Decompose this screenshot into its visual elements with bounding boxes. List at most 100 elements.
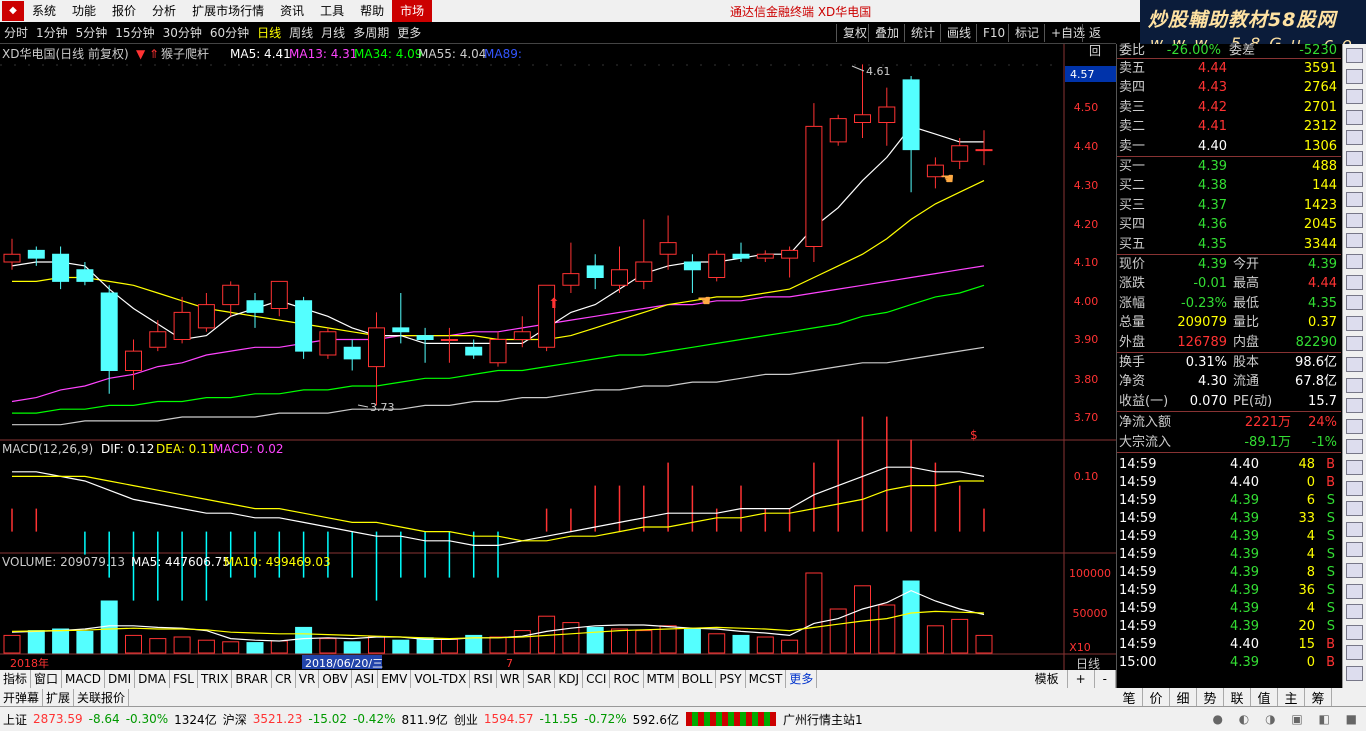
period-monthly[interactable]: 月线 (317, 24, 349, 41)
period-intraday[interactable]: 分时 (0, 24, 32, 41)
indicator-tab[interactable]: 窗口 (31, 670, 63, 688)
doc-icon[interactable] (1346, 212, 1363, 228)
pin-icon[interactable] (1346, 521, 1363, 537)
indicator-tab[interactable]: OBV (319, 670, 352, 688)
table-icon[interactable] (1346, 192, 1363, 208)
fundamental-row[interactable]: 净资 4.30 流通 67.8亿 (1117, 372, 1341, 391)
indicator-tab[interactable]: MACD (62, 670, 106, 688)
menu-item-function[interactable]: 功能 (64, 0, 104, 22)
quote-tab[interactable]: 主 (1278, 687, 1305, 707)
indicator-tab[interactable]: ASI (352, 670, 379, 688)
indicator-tab[interactable]: 指标 (0, 670, 32, 688)
indicator-tab-control[interactable]: - (1095, 670, 1116, 688)
buy-level-row[interactable]: 买二 4.38 144 (1117, 176, 1341, 195)
tick-row[interactable]: 15:00 4.39 0 B (1117, 653, 1341, 671)
sell-level-row[interactable]: 卖二 4.41 2312 (1117, 117, 1341, 136)
indicator-tab[interactable]: FSL (170, 670, 198, 688)
period-30min[interactable]: 30分钟 (159, 24, 206, 41)
indicator-tab[interactable]: CR (272, 670, 296, 688)
mark-button[interactable]: 标记 (1008, 24, 1045, 42)
tick-row[interactable]: 14:59 4.39 6 S (1117, 491, 1341, 509)
overlay-button[interactable]: 叠加 (868, 24, 905, 42)
flow-row[interactable]: 净流入额 2221万 24% (1117, 413, 1341, 432)
period-weekly[interactable]: 周线 (285, 24, 317, 41)
sell-level-row[interactable]: 卖四 4.43 2764 (1117, 78, 1341, 97)
tick-row[interactable]: 14:59 4.40 48 B (1117, 455, 1341, 473)
tool-icon[interactable] (1346, 583, 1363, 599)
order-ratio-row[interactable]: 委比 -26.00% 委差 -5230 (1117, 41, 1341, 58)
app-logo[interactable]: ◆ (2, 1, 24, 21)
related-quote-button[interactable]: 关联报价 (74, 688, 130, 706)
rank-icon[interactable] (1346, 254, 1363, 269)
indicator-tab[interactable]: MCST (746, 670, 787, 688)
minus-icon[interactable] (1346, 624, 1363, 640)
calendar-icon[interactable] (1346, 130, 1363, 146)
server-name[interactable]: 广州行情主站1 (780, 711, 866, 728)
chart-icon[interactable] (1346, 68, 1363, 84)
tick-row[interactable]: 14:59 4.39 4 S (1117, 599, 1341, 617)
rsi-icon[interactable] (1346, 315, 1363, 331)
quote-tab[interactable]: 值 (1251, 687, 1278, 707)
flow-row[interactable]: 大宗流入 -89.1万 -1% (1117, 433, 1341, 452)
menu-item-tools[interactable]: 工具 (312, 0, 352, 22)
menu-item-analysis[interactable]: 分析 (144, 0, 184, 22)
f10-button[interactable]: F10 (976, 24, 1011, 42)
period-1min[interactable]: 1分钟 (32, 24, 72, 41)
tick-row[interactable]: 14:59 4.39 4 S (1117, 545, 1341, 563)
indicator-tab[interactable]: PSY (716, 670, 746, 688)
close-icon[interactable] (1346, 666, 1363, 681)
fundamental-row[interactable]: 换手 0.31% 股本 98.6亿 (1117, 353, 1341, 372)
quote-tab[interactable]: 细 (1170, 687, 1197, 707)
menu-item-help[interactable]: 帮助 (352, 0, 392, 22)
window-icon[interactable] (1346, 418, 1363, 434)
period-multi[interactable]: 多周期 (349, 24, 393, 41)
indicator-tab[interactable]: TRIX (198, 670, 233, 688)
compare-icon[interactable] (1346, 439, 1363, 455)
sector-icon[interactable] (1346, 233, 1363, 249)
filter-icon[interactable] (1346, 501, 1363, 517)
quote-row[interactable]: 涨幅 -0.23% 最低 4.35 (1117, 294, 1341, 313)
menu-item-system[interactable]: 系统 (24, 0, 64, 22)
list-icon[interactable] (1346, 48, 1363, 63)
quote-tab[interactable]: 价 (1143, 687, 1170, 707)
arrow-icon[interactable] (1346, 274, 1363, 290)
export-icon[interactable] (1346, 563, 1363, 578)
period-more[interactable]: 更多 (393, 24, 425, 41)
period-5min[interactable]: 5分钟 (72, 24, 112, 41)
buy-level-row[interactable]: 买五 4.35 3344 (1117, 235, 1341, 254)
print-icon[interactable] (1346, 480, 1363, 496)
indicator-tab[interactable]: WR (497, 670, 525, 688)
indicator-tab[interactable]: BOLL (679, 670, 717, 688)
extend-button[interactable]: 扩展 (43, 688, 75, 706)
danmaku-toggle[interactable]: 开弹幕 (0, 688, 44, 706)
quote-row[interactable]: 总量 209079 量比 0.37 (1117, 313, 1341, 332)
back-button[interactable]: 返回 (1082, 24, 1116, 58)
kline-chart[interactable]: XD华电国(日线 前复权) ▼ ⇑ 猴子爬杆 MA5: 4.41 MA13: 4… (0, 44, 1116, 670)
market-tab[interactable]: 市场 (392, 0, 433, 22)
down-arrow-icon[interactable] (1346, 377, 1363, 393)
info-icon[interactable] (1346, 645, 1363, 661)
indicator-tab[interactable]: DMI (105, 670, 136, 688)
sh-index-label[interactable]: 上证 (0, 711, 30, 728)
quote-tab[interactable]: 笔 (1116, 687, 1143, 707)
tick-row[interactable]: 14:59 4.39 20 S (1117, 617, 1341, 635)
cy-index-label[interactable]: 创业 (451, 711, 481, 728)
sell-level-row[interactable]: 卖一 4.40 1306 (1117, 137, 1341, 156)
quote-tab[interactable]: 势 (1197, 687, 1224, 707)
tick-row[interactable]: 14:59 4.39 36 S (1117, 581, 1341, 599)
indicator-tab[interactable]: DMA (135, 670, 170, 688)
stats-button[interactable]: 统计 (904, 24, 941, 42)
sz-index-label[interactable]: 沪深 (220, 711, 250, 728)
indicator-tab[interactable]: SAR (524, 670, 556, 688)
sell-level-row[interactable]: 卖三 4.42 2701 (1117, 98, 1341, 117)
quote-row[interactable]: 现价 4.39 今开 4.39 (1117, 255, 1341, 274)
tick-row[interactable]: 14:59 4.40 0 B (1117, 473, 1341, 491)
star-icon[interactable] (1346, 542, 1363, 558)
line-chart-icon[interactable] (1346, 151, 1363, 166)
quote-tab[interactable]: 筹 (1305, 687, 1332, 707)
quote-row[interactable]: 涨跌 -0.01 最高 4.44 (1117, 274, 1341, 293)
menu-item-extended-market[interactable]: 扩展市场行情 (184, 0, 272, 22)
layers-icon[interactable] (1346, 460, 1363, 475)
up-arrow-icon[interactable] (1346, 357, 1363, 372)
quote-row[interactable]: 外盘 126789 内盘 82290 (1117, 333, 1341, 352)
